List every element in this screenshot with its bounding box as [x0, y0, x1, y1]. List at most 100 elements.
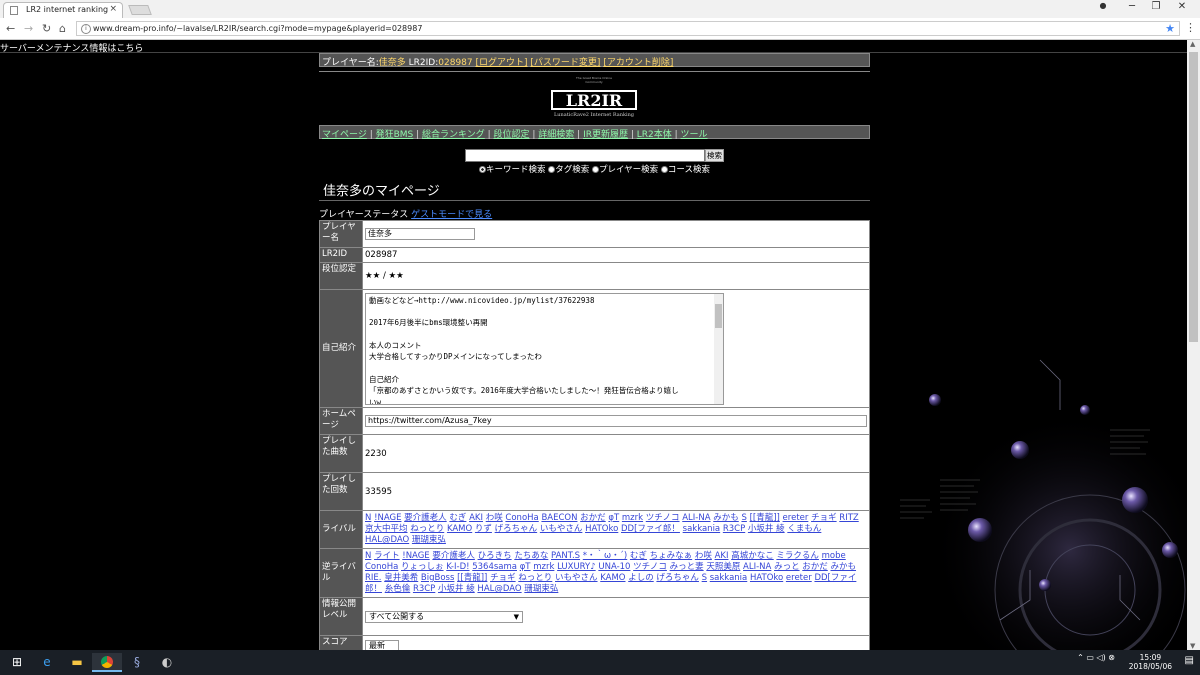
rival-link[interactable]: R3CP [413, 584, 435, 594]
chrome-icon[interactable] [92, 653, 122, 672]
rival-link[interactable]: げろちゃん [495, 524, 538, 534]
rival-link[interactable]: 珊瑚束弘 [412, 535, 446, 545]
rival-link[interactable]: KAMO [600, 573, 625, 583]
rival-link[interactable]: 皇井美希 [384, 573, 418, 583]
rival-link[interactable]: ereter [783, 513, 809, 523]
rival-link[interactable]: わ咲 [695, 551, 712, 561]
rival-link[interactable]: HATOko [585, 524, 618, 534]
new-tab-button[interactable] [128, 5, 152, 15]
home-icon[interactable]: ⌂ [59, 22, 66, 35]
rival-link[interactable]: チョギ [811, 513, 837, 523]
tab-close-icon[interactable]: × [109, 4, 117, 14]
radio-keyword[interactable] [479, 166, 486, 173]
address-bar[interactable]: i www.dream-pro.info/~lavalse/LR2IR/sear… [76, 21, 1180, 36]
site-logo[interactable]: The Great Brains Online Community LR2IR … [319, 71, 870, 125]
intro-textarea[interactable]: 動画などなど→http://www.nicovideo.jp/mylist/37… [365, 292, 724, 405]
rival-link[interactable]: みかも [831, 562, 857, 572]
rival-link[interactable]: ALI-NA [743, 562, 771, 572]
rival-link[interactable]: !NAGE [402, 551, 429, 561]
rival-link[interactable]: みっと [774, 562, 800, 572]
system-tray[interactable]: ⌃ ▭ ◁) ⊗ [1077, 653, 1115, 662]
rival-link[interactable]: N [365, 551, 371, 561]
rival-link[interactable]: RIE. [365, 573, 382, 583]
rival-link[interactable]: くまもん [787, 524, 821, 534]
rival-link[interactable]: ConoHa [365, 562, 398, 572]
rival-link[interactable]: R3CP [723, 524, 745, 534]
rival-link[interactable]: たちあな [514, 551, 548, 561]
address-url[interactable]: www.dream-pro.info/~lavalse/LR2IR/search… [93, 24, 422, 33]
browser-tab[interactable]: LR2 internet ranking × [3, 2, 123, 18]
rival-link[interactable]: N [365, 513, 371, 523]
rival-link[interactable]: ねっとり [518, 573, 552, 583]
back-arrow-icon[interactable]: ← [6, 22, 15, 35]
rival-link[interactable]: ライト [374, 551, 400, 561]
maximize-button[interactable]: ❐ [1146, 1, 1166, 12]
app-icon[interactable]: § [122, 653, 152, 672]
rival-link[interactable]: sakkania [683, 524, 721, 534]
scroll-down-arrow-icon[interactable]: ▼ [1190, 642, 1195, 650]
rival-link[interactable]: [[青龍]] [457, 573, 487, 583]
rival-link[interactable]: HAL@DAO [477, 584, 521, 594]
rival-link[interactable]: おかだ [802, 562, 828, 572]
rival-link[interactable]: mzrk [622, 513, 643, 523]
radio-course[interactable] [660, 166, 668, 173]
rival-link[interactable]: RITZ [839, 513, 858, 523]
forward-arrow-icon[interactable]: → [24, 22, 33, 35]
rival-link[interactable]: 天照美原 [706, 562, 740, 572]
rival-link[interactable]: いもやさん [555, 573, 598, 583]
lr2-app-icon[interactable]: ◐ [152, 653, 182, 672]
intro-scroll-thumb[interactable] [715, 303, 722, 328]
score-select[interactable]: 最新 [365, 639, 399, 650]
rival-link[interactable]: ひろきち [478, 551, 512, 561]
rival-link[interactable]: みかも [713, 513, 739, 523]
rival-link[interactable]: φT [520, 562, 531, 572]
rival-link[interactable]: ConoHa [505, 513, 538, 523]
rival-link[interactable]: KAMO [447, 524, 472, 534]
rival-link[interactable]: げろちゃん [656, 573, 699, 583]
info-icon[interactable]: i [81, 24, 91, 34]
radio-player[interactable] [591, 166, 599, 173]
rival-link[interactable]: φT [608, 513, 619, 523]
search-input[interactable] [465, 149, 705, 162]
browser-menu-icon[interactable]: ⋮ [1185, 21, 1196, 34]
rival-link[interactable]: S [741, 513, 746, 523]
rival-link[interactable]: 小坂井 綾 [748, 524, 785, 534]
rival-link[interactable]: ツチノコ [633, 562, 667, 572]
rival-link[interactable]: チョギ [490, 573, 516, 583]
delete-account-link[interactable]: [アカウント削除] [603, 58, 673, 68]
rival-link[interactable]: *・｀ω・´) [583, 551, 627, 561]
rival-link[interactable]: むぎ [630, 551, 647, 561]
rival-link[interactable]: 小坂井 綾 [438, 584, 475, 594]
rival-link[interactable]: K-I-D! [446, 562, 469, 572]
rival-link[interactable]: DD[ファイ郎！ [621, 524, 680, 534]
rival-link[interactable]: 京大中平均 [365, 524, 408, 534]
intro-scrollbar[interactable] [714, 293, 723, 404]
rival-link[interactable]: よしの [628, 573, 654, 583]
rival-link[interactable]: HAL@DAO [365, 535, 409, 545]
search-button[interactable]: 検索 [705, 149, 724, 162]
rival-link[interactable]: BAECON [541, 513, 577, 523]
rival-link[interactable]: PANT.S [551, 551, 580, 561]
taskbar-clock[interactable]: 15:09 2018/05/06 [1129, 653, 1172, 671]
minimize-button[interactable]: ─ [1122, 1, 1142, 12]
rival-link[interactable]: ねっとり [410, 524, 444, 534]
rival-link[interactable]: 5364sama [472, 562, 517, 572]
rival-link[interactable]: sakkania [710, 573, 748, 583]
rival-link[interactable]: 珊瑚束弘 [524, 584, 558, 594]
logout-link[interactable]: [ログアウト] [476, 58, 528, 68]
rival-link[interactable]: !NAGE [374, 513, 401, 523]
rival-link[interactable]: 糸色倫 [385, 584, 411, 594]
rival-link[interactable]: [[青龍]] [750, 513, 780, 523]
rival-link[interactable]: ミラクるん [776, 551, 819, 561]
rival-link[interactable]: UNA-10 [598, 562, 630, 572]
rival-link[interactable]: ツチノコ [646, 513, 680, 523]
rival-link[interactable]: 高城かなこ [731, 551, 774, 561]
rival-link[interactable]: ALI-NA [682, 513, 710, 523]
rival-link[interactable]: わ咲 [486, 513, 503, 523]
guest-mode-link[interactable]: ゲストモードで見る [411, 210, 492, 220]
rival-link[interactable]: ちょみなぁ [650, 551, 693, 561]
rival-link[interactable]: おかだ [580, 513, 606, 523]
page-scrollbar[interactable]: ▲ ▼ [1187, 40, 1200, 650]
notification-icon[interactable]: ▤ [1185, 655, 1194, 666]
close-window-button[interactable]: ✕ [1172, 1, 1192, 12]
